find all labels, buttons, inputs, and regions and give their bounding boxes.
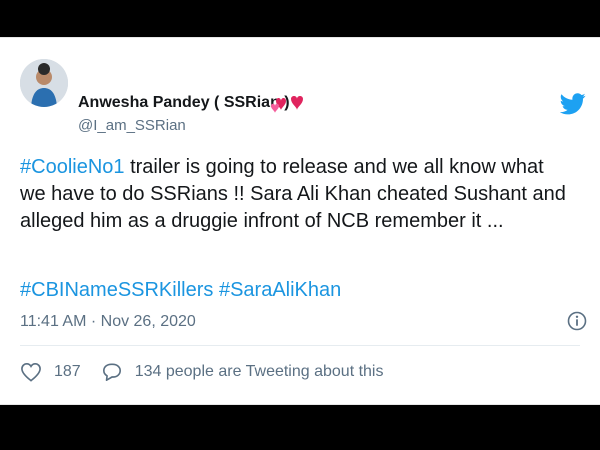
tweet-text-line: we have to do SSRians !! Sara Ali Khan c… bbox=[20, 183, 566, 205]
info-icon[interactable] bbox=[567, 311, 587, 336]
tweet-actions: 187 134 people are Tweeting about this bbox=[20, 361, 383, 383]
heart-emoji-icon bbox=[270, 94, 312, 119]
hashtag-link[interactable]: #CBINameSSRKillers bbox=[20, 279, 213, 301]
tweet-timestamp[interactable]: 11:41 AM · Nov 26, 2020 bbox=[20, 313, 196, 331]
like-button[interactable]: 187 bbox=[20, 362, 81, 382]
avatar[interactable] bbox=[20, 59, 68, 107]
tweet-text-line: trailer is going to release and we all k… bbox=[124, 156, 544, 178]
author-handle[interactable]: @I_am_SSRian bbox=[78, 117, 186, 134]
hashtag-link[interactable]: #SaraAliKhan bbox=[219, 279, 341, 301]
conversation-button[interactable]: 134 people are Tweeting about this bbox=[101, 362, 384, 382]
tweet-body: #CoolieNo1 trailer is going to release a… bbox=[20, 154, 585, 235]
like-count: 187 bbox=[54, 363, 81, 380]
tweeting-about-text: 134 people are Tweeting about this bbox=[134, 363, 384, 380]
like-heart-icon bbox=[21, 362, 41, 382]
twitter-bird-icon[interactable] bbox=[559, 93, 586, 120]
tweet-text-line: alleged him as a druggie infront of NCB … bbox=[20, 210, 504, 232]
speech-bubble-icon bbox=[102, 363, 121, 381]
divider bbox=[20, 345, 580, 346]
hashtag-link[interactable]: #CoolieNo1 bbox=[20, 156, 125, 178]
author-name[interactable]: Anwesha Pandey ( SSRian ) bbox=[78, 94, 290, 112]
hashtag-line: #CBINameSSRKillers #SaraAliKhan bbox=[20, 277, 341, 304]
